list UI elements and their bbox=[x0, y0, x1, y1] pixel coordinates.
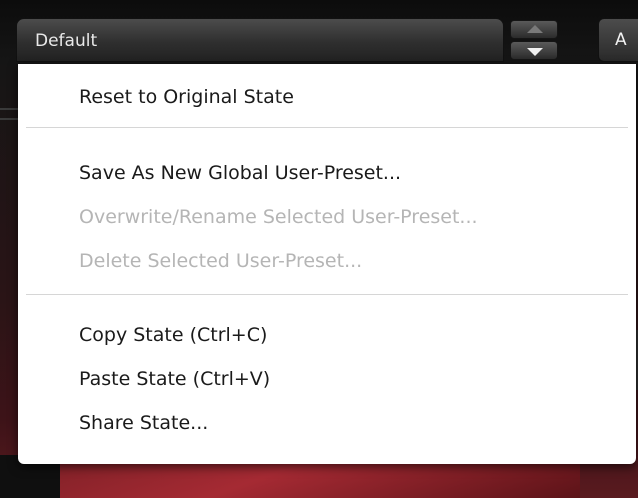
ab-compare-button[interactable]: A bbox=[598, 18, 638, 62]
previous-preset-button[interactable] bbox=[510, 20, 558, 39]
ab-compare-label: A bbox=[615, 30, 627, 50]
plugin-divider bbox=[0, 108, 18, 110]
menu-item-label: Paste State (Ctrl+V) bbox=[79, 368, 271, 390]
triangle-up-icon bbox=[527, 25, 543, 33]
menu-item-delete-preset[interactable]: Delete Selected User-Preset... bbox=[18, 244, 636, 278]
menu-item-label: Copy State (Ctrl+C) bbox=[79, 324, 268, 346]
menu-item-paste-state[interactable]: Paste State (Ctrl+V) bbox=[18, 362, 636, 396]
preset-context-menu: Reset to Original State Save As New Glob… bbox=[18, 64, 636, 464]
menu-separator bbox=[26, 127, 628, 128]
next-preset-button[interactable] bbox=[510, 41, 558, 60]
preset-dropdown-value: Default bbox=[35, 31, 98, 51]
menu-item-label: Overwrite/Rename Selected User-Preset... bbox=[79, 206, 478, 228]
triangle-down-icon bbox=[527, 48, 543, 56]
menu-item-label: Share State... bbox=[79, 412, 209, 434]
preset-dropdown[interactable]: Default bbox=[16, 18, 504, 62]
menu-item-label: Reset to Original State bbox=[79, 86, 294, 108]
menu-item-save-global-preset[interactable]: Save As New Global User-Preset... bbox=[18, 156, 636, 190]
menu-item-label: Save As New Global User-Preset... bbox=[79, 162, 402, 184]
menu-item-reset-state[interactable]: Reset to Original State bbox=[18, 80, 636, 114]
menu-item-share-state[interactable]: Share State... bbox=[18, 406, 636, 440]
menu-item-label: Delete Selected User-Preset... bbox=[79, 250, 363, 272]
plugin-divider bbox=[0, 118, 18, 120]
menu-separator bbox=[26, 294, 628, 295]
menu-item-overwrite-preset[interactable]: Overwrite/Rename Selected User-Preset... bbox=[18, 200, 636, 234]
preset-stepper[interactable] bbox=[510, 20, 558, 60]
menu-item-copy-state[interactable]: Copy State (Ctrl+C) bbox=[18, 318, 636, 352]
